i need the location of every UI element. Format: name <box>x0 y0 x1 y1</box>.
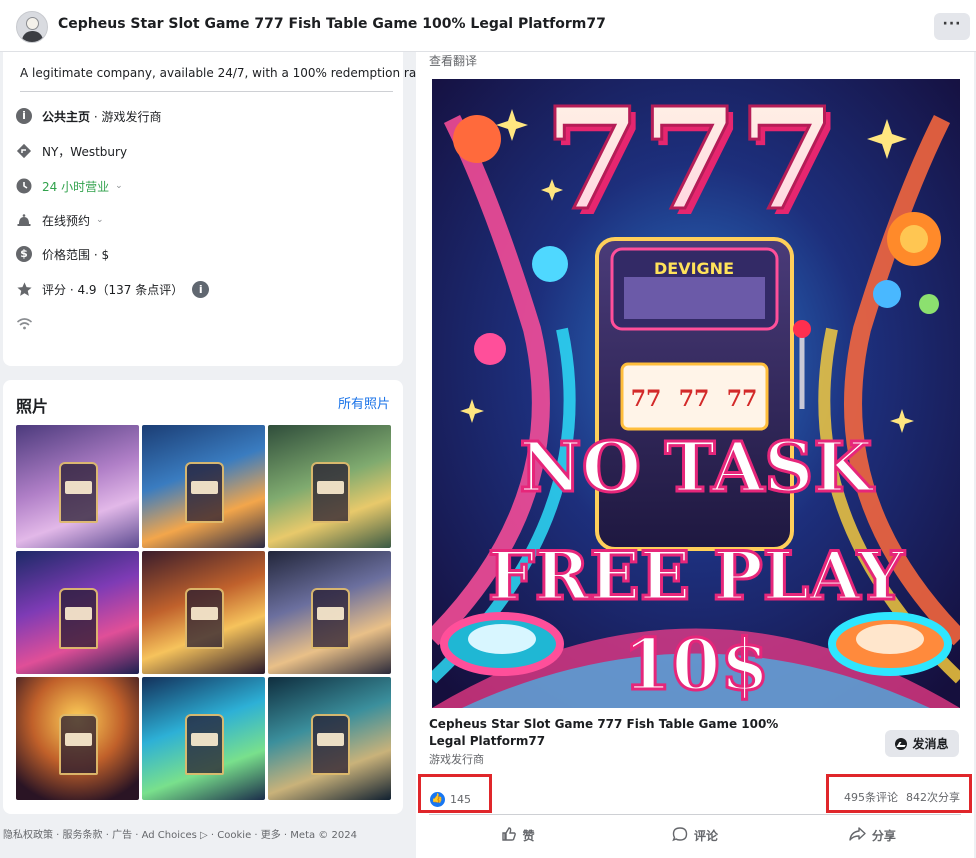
like-button[interactable]: 赞 <box>429 818 606 852</box>
photo-thumbnail[interactable] <box>268 551 391 674</box>
info-row-category: i 公共主页 · 游戏发行商 <box>15 105 161 127</box>
reel-3: 77 <box>727 386 758 412</box>
price-text: 价格范围 · $ <box>42 247 110 262</box>
send-message-button[interactable]: 发消息 <box>885 730 959 757</box>
image-line-3: 10$ <box>623 623 769 706</box>
comment-icon <box>672 826 688 845</box>
avatar-head <box>26 17 39 30</box>
share-label: 分享 <box>871 828 896 843</box>
chevron-down-icon[interactable]: ⌄ <box>96 215 104 225</box>
share-icon <box>849 826 866 845</box>
info-row-price: $ 价格范围 · $ <box>15 243 109 265</box>
info-row-location[interactable]: NY，Westbury <box>15 140 127 162</box>
comment-button[interactable]: 评论 <box>606 818 783 852</box>
page-avatar[interactable] <box>16 11 48 43</box>
info-row-hours[interactable]: 24 小时营业 ⌄ <box>15 175 123 197</box>
wifi-icon <box>15 315 33 333</box>
photos-card: 照片 所有照片 <box>3 380 403 814</box>
photo-thumbnail[interactable] <box>142 425 265 548</box>
photo-thumbnail[interactable] <box>268 425 391 548</box>
info-row-wifi <box>15 313 42 335</box>
info-row-booking[interactable]: 在线预约 ⌄ <box>15 209 104 231</box>
reel-1: 77 <box>631 386 662 412</box>
location-icon <box>15 142 33 160</box>
rating-text: 评分 · 4.9（137 条点评） <box>42 282 184 297</box>
comment-count[interactable]: 495条评论 <box>844 791 898 804</box>
photo-thumbnail[interactable] <box>16 551 139 674</box>
action-divider <box>429 814 961 815</box>
booking-text: 在线预约 <box>42 213 91 228</box>
image-line-2: FREE PLAY <box>488 537 905 615</box>
post-actions: 赞 评论 分享 <box>429 818 961 852</box>
post-card: 查看翻译 777 777 DEVIGNE 77 77 77 NO TASK FR… <box>416 52 974 858</box>
photo-thumbnail[interactable] <box>16 425 139 548</box>
price-icon: $ <box>15 245 33 263</box>
like-count-value: 145 <box>450 793 471 806</box>
like-count[interactable]: 👍 145 <box>430 792 471 807</box>
hours-text: 24 小时营业 <box>42 179 110 194</box>
clock-icon <box>15 177 33 195</box>
photo-thumbnail[interactable] <box>142 551 265 674</box>
thumbs-up-icon: 👍 <box>430 792 445 807</box>
location-text: NY，Westbury <box>42 144 128 159</box>
like-label: 赞 <box>522 828 535 843</box>
chevron-down-icon[interactable]: ⌄ <box>115 181 123 191</box>
intro-divider <box>20 91 393 92</box>
info-icon: i <box>15 107 33 125</box>
rating-info-icon[interactable]: i <box>192 280 210 298</box>
image-line-1: NO TASK <box>520 428 876 508</box>
bell-icon <box>15 211 33 229</box>
more-options-button[interactable]: ··· <box>934 13 970 40</box>
engagement-counts: 495条评论 842次分享 <box>844 789 960 805</box>
machine-label: DEVIGNE <box>654 259 734 278</box>
intro-card: A legitimate company, available 24/7, wi… <box>3 52 432 366</box>
avatar-body <box>22 31 43 42</box>
post-subtitle: 游戏发行商 <box>429 753 484 766</box>
info-row-rating[interactable]: 评分 · 4.9（137 条点评） i <box>15 278 210 300</box>
share-count[interactable]: 842次分享 <box>906 791 960 804</box>
see-translation-link[interactable]: 查看翻译 <box>429 52 477 69</box>
page-bio: A legitimate company, available 24/7, wi… <box>20 66 433 80</box>
comment-label: 评论 <box>693 828 718 843</box>
messenger-icon <box>895 737 908 750</box>
photos-title: 照片 <box>16 397 49 416</box>
send-message-label: 发消息 <box>912 737 949 751</box>
page-title[interactable]: Cepheus Star Slot Game 777 Fish Table Ga… <box>58 16 606 32</box>
photo-thumbnail[interactable] <box>142 677 265 800</box>
category-label: 公共主页 <box>42 109 91 124</box>
post-title[interactable]: Cepheus Star Slot Game 777 Fish Table Ga… <box>429 716 819 750</box>
thumbs-up-outline-icon <box>501 826 517 845</box>
post-image-digits: 777 <box>544 79 836 242</box>
page-header: Cepheus Star Slot Game 777 Fish Table Ga… <box>0 0 976 52</box>
share-button[interactable]: 分享 <box>784 818 961 852</box>
reel-2: 77 <box>679 386 710 412</box>
footer-links[interactable]: 隐私权政策 · 服务条款 · 广告 · Ad Choices ▷ · Cooki… <box>3 826 357 841</box>
photo-thumbnail[interactable] <box>268 677 391 800</box>
all-photos-link[interactable]: 所有照片 <box>338 393 390 412</box>
photo-grid <box>16 425 391 800</box>
star-icon <box>15 280 33 298</box>
post-image[interactable]: 777 777 DEVIGNE 77 77 77 NO TASK FREE PL… <box>432 79 960 708</box>
category-value: · 游戏发行商 <box>90 109 162 124</box>
photo-thumbnail[interactable] <box>16 677 139 800</box>
